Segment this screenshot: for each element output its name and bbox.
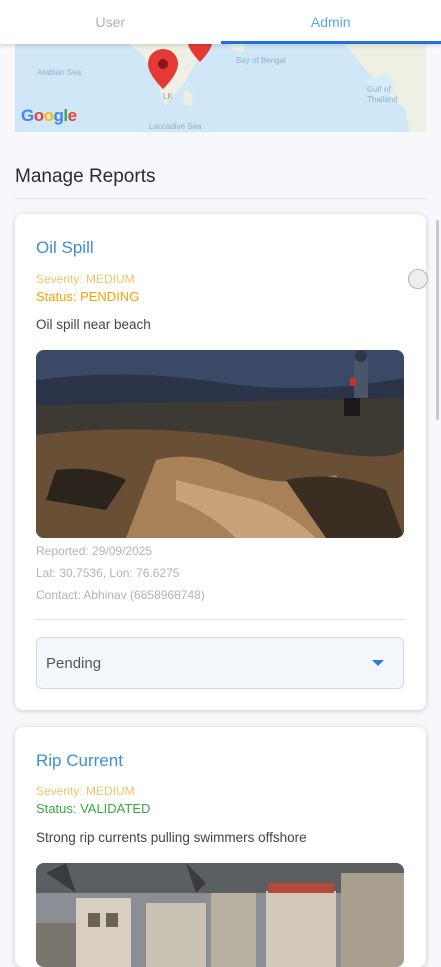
report-location: Lat: 30.7536, Lon: 76.6275 — [36, 566, 179, 580]
status-select[interactable]: Pending — [36, 637, 404, 689]
report-description: Oil spill near beach — [36, 317, 151, 332]
map-pin-icon[interactable] — [187, 44, 213, 64]
report-severity: Severity: MEDIUM — [36, 784, 135, 798]
rip-current-photo — [36, 863, 404, 967]
report-contact: Contact: Abhinav (6858968748) — [36, 588, 205, 602]
map-label-country: LK — [163, 92, 173, 101]
scroll-handle[interactable] — [408, 269, 428, 289]
map-label-gulf-of-thailand: Gulf of Thailand — [367, 85, 401, 105]
reports-map[interactable]: Arabian Sea Bay of Bengal Gulf of Thaila… — [15, 44, 426, 132]
tab-admin[interactable]: Admin — [221, 0, 441, 44]
report-photo — [36, 350, 404, 538]
report-photo — [36, 863, 404, 967]
report-title: Rip Current — [36, 751, 123, 771]
report-card: Rip Current Severity: MEDIUM Status: VAL… — [15, 727, 426, 967]
top-tab-bar: User Admin — [0, 0, 441, 44]
report-status: Status: PENDING — [36, 289, 139, 304]
section-title: Manage Reports — [15, 166, 155, 188]
map-pin-icon[interactable] — [147, 48, 179, 90]
report-status: Status: VALIDATED — [36, 801, 150, 816]
map-label-laccadive-sea: Laccadive Sea — [149, 122, 201, 131]
tab-user[interactable]: User — [0, 0, 221, 44]
coast-fragment — [230, 44, 245, 52]
sri-lanka-landmass — [183, 89, 193, 106]
card-divider — [36, 619, 404, 620]
google-logo: Google — [21, 106, 77, 126]
map-label-bay-of-bengal: Bay of Bengal — [236, 56, 286, 65]
map-label-arabian-sea: Arabian Sea — [37, 68, 81, 77]
section-divider — [15, 198, 426, 199]
report-card: Oil Spill Severity: MEDIUM Status: PENDI… — [15, 214, 426, 710]
scrollbar[interactable] — [436, 220, 439, 420]
report-description: Strong rip currents pulling swimmers off… — [36, 830, 307, 845]
status-select-value: Pending — [46, 655, 101, 672]
chevron-down-icon — [372, 660, 384, 666]
report-date: Reported: 29/09/2025 — [36, 544, 152, 558]
oil-spill-photo — [36, 350, 404, 538]
report-severity: Severity: MEDIUM — [36, 272, 135, 286]
report-title: Oil Spill — [36, 238, 94, 258]
map-canvas — [15, 44, 426, 132]
